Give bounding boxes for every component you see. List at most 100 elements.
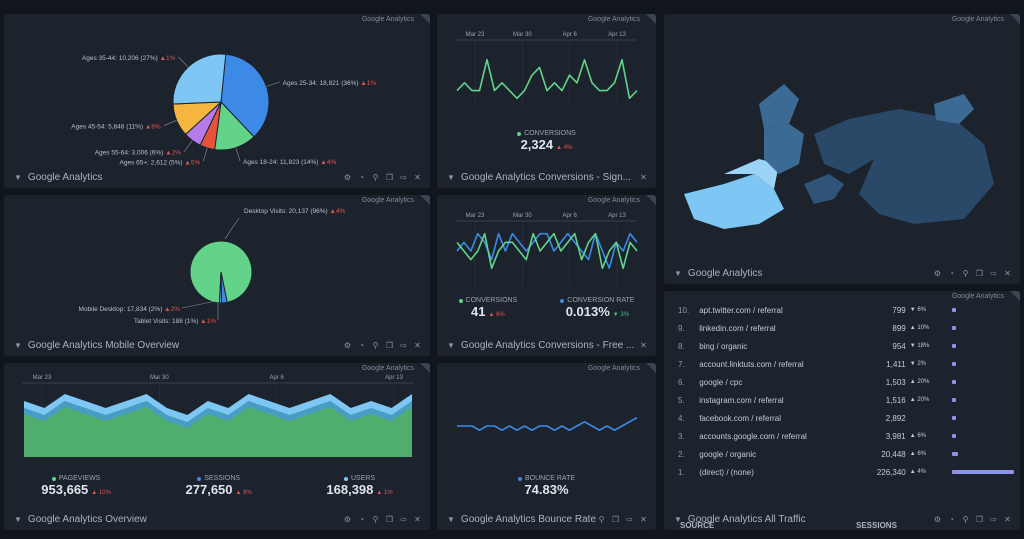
copy-icon[interactable]: ❐ xyxy=(975,515,984,524)
table-row[interactable]: 8. bing / organic 954 ▼ 18% xyxy=(678,337,1018,355)
row-change: ▲ 6% xyxy=(909,433,927,439)
row-sessions: 1,516 xyxy=(885,395,906,405)
copy-icon[interactable]: ❐ xyxy=(385,173,394,182)
gear-icon[interactable]: ⚙ xyxy=(343,515,352,524)
pin-icon[interactable]: ⚲ xyxy=(371,341,380,350)
region-asia[interactable] xyxy=(849,109,994,224)
row-source: google / cpc xyxy=(699,377,743,387)
gear-icon[interactable]: ⚙ xyxy=(933,515,942,524)
gear-icon[interactable]: ⚙ xyxy=(343,173,352,182)
panel-footer: ▼ Google Analytics Conversions - Sign...… xyxy=(437,166,656,188)
close-icon[interactable]: ✕ xyxy=(639,173,648,182)
row-bar-cell xyxy=(948,445,1018,463)
stat-name: PAGEVIEWS xyxy=(58,475,101,482)
panel-tools: ⚙ ◔ ⚲ ❐ ⇨ ✕ xyxy=(933,515,1012,524)
overview-stat: USERS 168,398 ▲ 1% xyxy=(326,475,392,497)
share-icon[interactable]: ⇨ xyxy=(399,173,408,182)
collapse-caret-icon[interactable]: ▼ xyxy=(674,269,682,278)
copy-icon[interactable]: ❐ xyxy=(385,515,394,524)
pin-icon[interactable]: ⚲ xyxy=(371,515,380,524)
panel-footer: ▼ Google Analytics Mobile Overview ⚙ ◔ ⚲ ❐ ⇨… xyxy=(4,334,430,356)
table-row[interactable]: 7. account.linktuts.com / referral 1,411 ▼ … xyxy=(678,355,1018,373)
bounce-stat: BOUNCE RATE 74.83% xyxy=(517,475,575,497)
panel-corner[interactable] xyxy=(1010,14,1020,24)
region-australia[interactable] xyxy=(934,94,974,124)
row-source: apt.twitter.com / referral xyxy=(699,305,783,315)
slice-label: Ages 65+: 2,612 (5%) ▲5% xyxy=(120,159,201,166)
bell-icon[interactable]: ◔ xyxy=(357,515,366,524)
slice-label: Ages 45-54: 5,848 (11%) ▲8% xyxy=(71,124,161,131)
world-map xyxy=(684,84,994,229)
panel-title: Google Analytics Bounce Rate xyxy=(460,513,597,525)
panel-corner[interactable] xyxy=(646,195,656,205)
conversions-line xyxy=(456,58,638,100)
panel-tools: ✕ xyxy=(639,341,648,350)
session-bar xyxy=(952,470,1015,474)
collapse-caret-icon[interactable]: ▼ xyxy=(674,515,682,524)
bell-icon[interactable]: ◔ xyxy=(947,269,956,278)
share-icon[interactable]: ⇨ xyxy=(399,341,408,350)
copy-icon[interactable]: ❐ xyxy=(975,269,984,278)
copy-icon[interactable]: ❐ xyxy=(385,341,394,350)
collapse-caret-icon[interactable]: ▼ xyxy=(14,515,22,524)
row-rank: 1. xyxy=(678,467,685,477)
close-icon[interactable]: ✕ xyxy=(1003,269,1012,278)
panel-tools: ⚙ ◔ ⚲ ❐ ⇨ ✕ xyxy=(343,341,422,350)
table-row[interactable]: 2. google / organic 20,448 ▲ 6% xyxy=(678,445,1018,463)
region-europe[interactable] xyxy=(804,174,844,204)
bell-icon[interactable]: ◔ xyxy=(357,341,366,350)
copy-icon[interactable]: ❐ xyxy=(611,515,620,524)
row-source: google / organic xyxy=(699,449,757,459)
row-change: ▲ 4% xyxy=(909,469,927,475)
share-icon[interactable]: ⇨ xyxy=(989,269,998,278)
x-tick-label: Mar 23 xyxy=(466,32,485,38)
stat-name: SESSIONS xyxy=(204,475,241,482)
table-row[interactable]: 3. accounts.google.com / referral 3,981 ▲ 6… xyxy=(678,427,1018,445)
row-bar-cell xyxy=(948,463,1018,481)
x-tick-label: Mar 30 xyxy=(513,213,532,219)
close-icon[interactable]: ✕ xyxy=(413,515,422,524)
panel-tools: ⚲ ❐ ⇨ ✕ xyxy=(597,515,648,524)
pin-icon[interactable]: ⚲ xyxy=(961,269,970,278)
bell-icon[interactable]: ◔ xyxy=(357,173,366,182)
table-row[interactable]: 6. google / cpc 1,503 ▲ 20% xyxy=(678,373,1018,391)
collapse-caret-icon[interactable]: ▼ xyxy=(14,173,22,182)
collapse-caret-icon[interactable]: ▼ xyxy=(447,341,455,350)
share-icon[interactable]: ⇨ xyxy=(625,515,634,524)
collapse-caret-icon[interactable]: ▼ xyxy=(447,515,455,524)
session-bar xyxy=(952,380,957,384)
slice-label: Mobile Desktop: 17,834 (2%) ▲2% xyxy=(79,306,181,313)
share-icon[interactable]: ⇨ xyxy=(399,515,408,524)
session-bar xyxy=(952,416,957,420)
x-tick-label: Apr 6 xyxy=(269,375,284,381)
collapse-caret-icon[interactable]: ▼ xyxy=(14,341,22,350)
close-icon[interactable]: ✕ xyxy=(413,341,422,350)
pin-icon[interactable]: ⚲ xyxy=(371,173,380,182)
close-icon[interactable]: ✕ xyxy=(639,515,648,524)
gear-icon[interactable]: ⚙ xyxy=(343,341,352,350)
table-row[interactable]: 1. (direct) / (none) 226,340 ▲ 4% xyxy=(678,463,1018,481)
region-greenland[interactable] xyxy=(759,84,799,129)
panel-title: Google Analytics Overview xyxy=(27,513,147,525)
table-row[interactable]: 5. instagram.com / referral 1,516 ▲ 20% xyxy=(678,391,1018,409)
share-icon[interactable]: ⇨ xyxy=(989,515,998,524)
bell-icon[interactable]: ◔ xyxy=(947,515,956,524)
gear-icon[interactable]: ⚙ xyxy=(933,269,942,278)
close-icon[interactable]: ✕ xyxy=(639,341,648,350)
table-row[interactable]: 10. apt.twitter.com / referral 799 ▼ 6% xyxy=(678,301,1018,319)
x-tick-label: Apr 13 xyxy=(385,375,403,381)
pin-icon[interactable]: ⚲ xyxy=(597,515,606,524)
pin-icon[interactable]: ⚲ xyxy=(961,515,970,524)
conversions-stat: CONVERSIONS 2,324 ▲ 4% xyxy=(517,130,576,152)
close-icon[interactable]: ✕ xyxy=(1003,515,1012,524)
stat-value: 41 xyxy=(471,304,486,319)
row-source: (direct) / (none) xyxy=(699,467,754,477)
close-icon[interactable]: ✕ xyxy=(413,173,422,182)
collapse-caret-icon[interactable]: ▼ xyxy=(447,173,455,182)
stat-label: SESSIONS xyxy=(186,475,252,482)
panel-corner[interactable] xyxy=(1010,291,1020,301)
table-row[interactable]: 4. facebook.com / referral 2,892 xyxy=(678,409,1018,427)
stat-change: ▲ 9% xyxy=(235,490,252,496)
table-row[interactable]: 9. linkedin.com / referral 899 ▲ 10% xyxy=(678,319,1018,337)
panel-corner[interactable] xyxy=(646,14,656,24)
